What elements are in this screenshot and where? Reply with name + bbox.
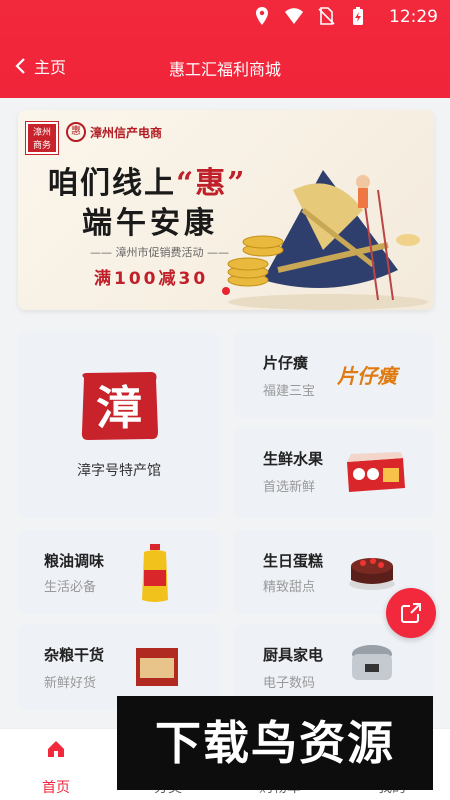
nav-header: 主页 惠工汇福利商城 bbox=[0, 40, 450, 94]
category-title: 片仔癀 bbox=[263, 354, 309, 372]
zhang-seal-logo: 漳 bbox=[81, 372, 158, 440]
category-card-grain-oil[interactable]: 粮油调味 生活必备 bbox=[18, 530, 220, 614]
dry-goods-image bbox=[136, 648, 178, 686]
commerce-stamp-logo: 漳州 商务 bbox=[25, 121, 59, 155]
category-subtitle: 首选新鲜 bbox=[263, 480, 316, 495]
status-time: 12:29 bbox=[389, 7, 438, 27]
seal-character: 漳 bbox=[96, 381, 142, 435]
location-icon bbox=[256, 7, 268, 25]
wifi-icon bbox=[285, 8, 303, 24]
banner-headline-2: 端午安康 bbox=[82, 206, 218, 241]
category-title: 杂粮干货 bbox=[44, 646, 105, 664]
promo-banner[interactable]: 漳州 商务 惠 漳州信产电商 咱们线上“惠” 端午安康 —— 漳州市促销费活动 —… bbox=[18, 110, 434, 310]
category-title: 厨具家电 bbox=[263, 646, 324, 664]
category-subtitle: 生活必备 bbox=[44, 580, 97, 595]
watermark-banner: 下载鸟资源 bbox=[117, 696, 433, 790]
tab-label: 首页 bbox=[42, 780, 70, 796]
banner-offer: 满100减30 bbox=[94, 269, 209, 289]
carousel-indicator[interactable] bbox=[222, 287, 230, 295]
home-icon bbox=[48, 741, 64, 757]
featured-specialty-card[interactable]: 漳 漳字号特产馆 bbox=[18, 332, 220, 518]
zongzi-illustration bbox=[227, 170, 428, 310]
pianzaihuang-logo: 片仔癀 bbox=[337, 364, 401, 388]
svg-text:片仔癀: 片仔癀 bbox=[337, 364, 401, 388]
banner-headline-prefix: 咱们线上 bbox=[48, 166, 176, 201]
category-title: 生鲜水果 bbox=[263, 450, 324, 468]
banner-subtitle: —— 漳州市促销费活动 —— bbox=[90, 246, 229, 259]
category-subtitle: 电子数码 bbox=[263, 676, 316, 691]
category-subtitle: 精致甜点 bbox=[263, 580, 316, 595]
share-icon bbox=[401, 603, 421, 623]
category-subtitle: 新鲜好货 bbox=[44, 676, 97, 691]
brand-logo: 惠 漳州信产电商 bbox=[66, 122, 162, 142]
category-card-pianzaihuang[interactable]: 片仔癀 福建三宝 片仔癀 bbox=[233, 332, 435, 418]
category-title: 粮油调味 bbox=[44, 552, 105, 570]
rice-cooker-image bbox=[352, 645, 392, 680]
category-subtitle: 福建三宝 bbox=[263, 384, 316, 399]
category-card-fruit[interactable]: 生鲜水果 首选新鲜 bbox=[233, 428, 435, 518]
brand-name: 漳州信产电商 bbox=[90, 125, 163, 140]
share-button[interactable] bbox=[386, 588, 436, 638]
status-bar: 12:29 bbox=[0, 0, 450, 34]
cake-image bbox=[349, 558, 395, 590]
fruit-box-image bbox=[347, 452, 405, 492]
banner-headline: 咱们线上“惠” bbox=[48, 158, 247, 202]
featured-label: 漳字号特产馆 bbox=[77, 463, 161, 479]
page-title: 惠工汇福利商城 bbox=[168, 60, 281, 79]
oil-bottle-image bbox=[142, 544, 168, 602]
category-title: 生日蛋糕 bbox=[263, 552, 324, 570]
no-sim-icon bbox=[318, 7, 335, 25]
tab-home[interactable]: 首页 bbox=[0, 729, 112, 800]
brand-emblem-icon: 惠 bbox=[66, 122, 86, 142]
battery-charging-icon bbox=[353, 7, 363, 25]
